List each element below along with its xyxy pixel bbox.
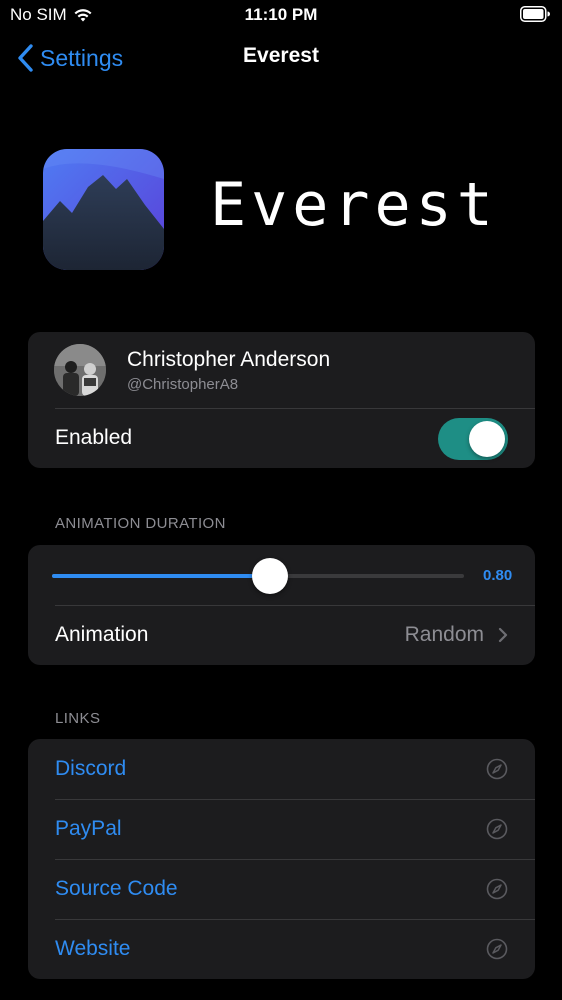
animation-row[interactable]: Animation Random <box>28 605 535 665</box>
profile-card: Christopher Anderson @ChristopherA8 Enab… <box>28 332 535 468</box>
link-label: Discord <box>55 757 127 780</box>
link-website[interactable]: Website <box>28 919 535 979</box>
slider-thumb[interactable] <box>252 558 289 594</box>
animation-label: Animation <box>55 623 149 646</box>
links-card: Discord PayPal Source Code Website <box>28 739 535 979</box>
enabled-label: Enabled <box>55 426 133 449</box>
enabled-row: Enabled <box>28 408 535 468</box>
chevron-right-icon <box>498 627 508 643</box>
enabled-toggle[interactable] <box>438 418 508 460</box>
avatar <box>54 344 106 396</box>
link-label: Website <box>55 937 131 960</box>
profile-row[interactable]: Christopher Anderson @ChristopherA8 <box>28 332 535 408</box>
compass-icon <box>486 758 508 780</box>
nav-title: Everest <box>243 44 319 67</box>
profile-text: Christopher Anderson @ChristopherA8 <box>127 348 330 393</box>
link-label: PayPal <box>55 817 122 840</box>
toggle-knob <box>469 421 505 457</box>
mountain-app-icon <box>43 149 164 270</box>
link-source-code[interactable]: Source Code <box>28 859 535 919</box>
animation-card: 0.80 Animation Random <box>28 545 535 665</box>
animation-duration-header: ANIMATION DURATION <box>55 515 226 532</box>
link-paypal[interactable]: PayPal <box>28 799 535 859</box>
profile-handle: @ChristopherA8 <box>127 375 239 393</box>
animation-duration-value: 0.80 <box>483 567 513 584</box>
compass-icon <box>486 878 508 900</box>
animation-value: Random <box>404 623 484 646</box>
status-bar: No SIM 11:10 PM <box>0 0 562 30</box>
animation-duration-row: 0.80 <box>28 545 535 605</box>
app-name-heading: Everest <box>210 170 498 240</box>
links-header: LINKS <box>55 710 101 727</box>
link-discord[interactable]: Discord <box>28 739 535 799</box>
compass-icon <box>486 818 508 840</box>
status-time: 11:10 PM <box>244 5 318 24</box>
link-label: Source Code <box>55 877 178 900</box>
profile-name: Christopher Anderson <box>127 347 331 371</box>
compass-icon <box>486 938 508 960</box>
battery-icon <box>520 6 550 22</box>
slider-fill <box>52 574 271 578</box>
